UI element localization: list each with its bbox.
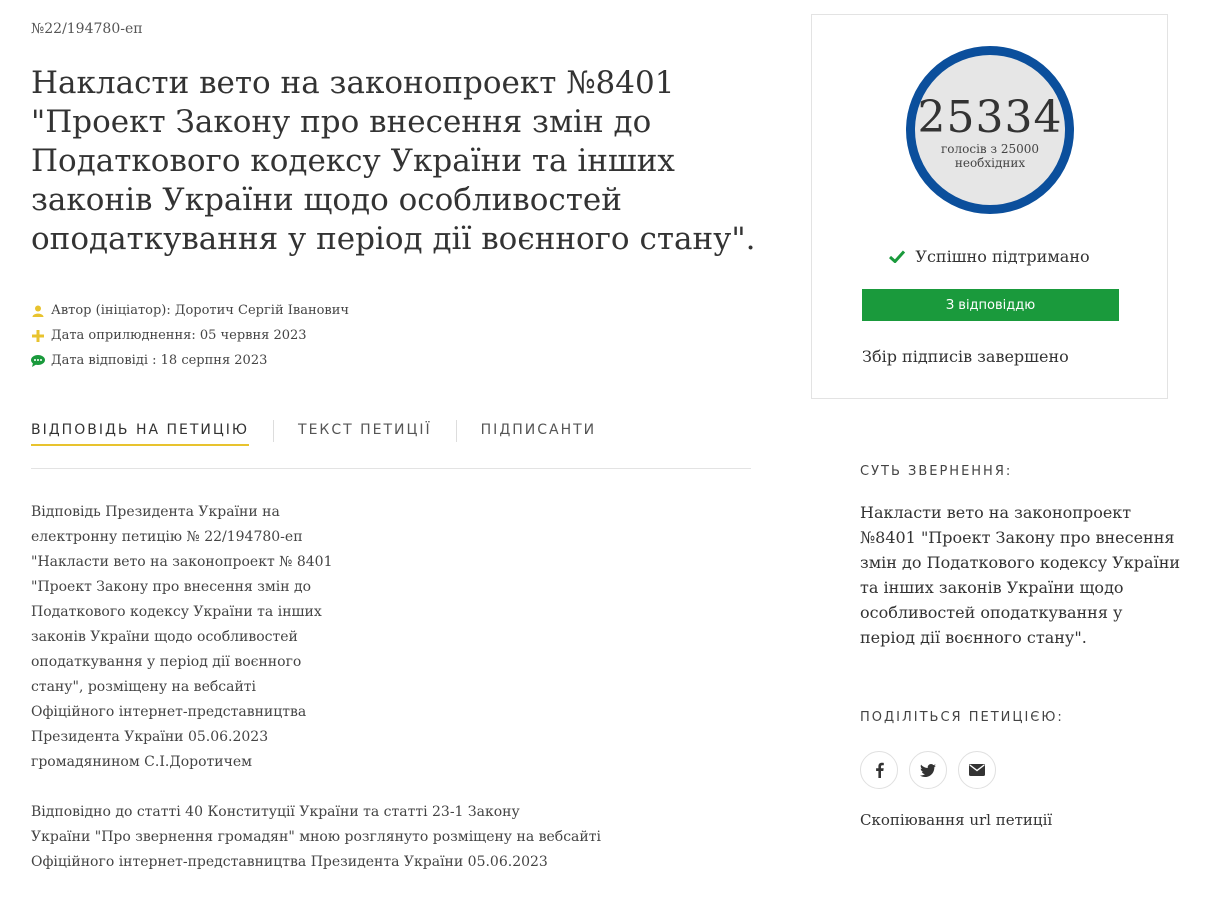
meta-answered-text: Дата відповіді : 18 серпня 2023 bbox=[51, 353, 268, 368]
vote-required-label: необхідних bbox=[954, 156, 1026, 170]
answer-text: Відповідь Президента України на електрон… bbox=[31, 500, 631, 900]
comment-icon bbox=[31, 354, 45, 367]
answer-paragraph: Відповідно до статті 40 Конституції Укра… bbox=[31, 804, 601, 870]
vote-count-label: голосів з 25000 необхідних bbox=[915, 142, 1065, 170]
share-twitter-button[interactable] bbox=[909, 751, 947, 789]
twitter-icon bbox=[920, 763, 936, 777]
tab-divider bbox=[273, 420, 275, 442]
answer-status-button[interactable]: З відповіддю bbox=[862, 289, 1119, 321]
meta-published-text: Дата оприлюднення: 05 червня 2023 bbox=[51, 328, 307, 343]
collection-status: Збір підписів завершено bbox=[862, 347, 1069, 366]
summary-text: Накласти вето на законопроект №8401 "Про… bbox=[860, 503, 1181, 647]
vote-counter-circle: 25334 голосів з 25000 необхідних bbox=[906, 46, 1074, 214]
share-facebook-button[interactable] bbox=[860, 751, 898, 789]
share-buttons bbox=[860, 751, 1007, 789]
user-icon bbox=[31, 305, 45, 317]
check-icon bbox=[889, 250, 906, 263]
share-email-button[interactable] bbox=[958, 751, 996, 789]
copy-url-link[interactable]: Скопіювання url петиції bbox=[860, 811, 1052, 829]
petition-number: №22/194780-еп bbox=[31, 21, 143, 37]
vote-card: 25334 голосів з 25000 необхідних Успішно… bbox=[811, 14, 1168, 399]
tab-divider bbox=[455, 420, 457, 442]
facebook-icon bbox=[875, 762, 884, 778]
tab-signatories[interactable]: ПІДПИСАНТИ bbox=[481, 410, 597, 444]
plus-icon bbox=[31, 329, 45, 342]
share-heading: ПОДІЛІТЬСЯ ПЕТИЦІЄЮ: bbox=[860, 710, 1064, 725]
petition-title: Накласти вето на законопроект №8401 "Про… bbox=[31, 65, 756, 257]
meta-answered: Дата відповіді : 18 серпня 2023 bbox=[31, 348, 349, 373]
answer-paragraph: Відповідь Президента України на електрон… bbox=[31, 504, 333, 770]
vote-count: 25334 bbox=[917, 92, 1063, 143]
tab-answer[interactable]: ВІДПОВІДЬ НА ПЕТИЦІЮ bbox=[31, 410, 250, 446]
meta-author-text: Автор (ініціатор): Доротич Сергій Іванов… bbox=[51, 303, 350, 318]
email-icon bbox=[969, 764, 985, 776]
tab-petition-text[interactable]: ТЕКСТ ПЕТИЦІЇ bbox=[298, 410, 432, 444]
meta-published: Дата оприлюднення: 05 червня 2023 bbox=[31, 323, 349, 348]
petition-tabs: ВІДПОВІДЬ НА ПЕТИЦІЮ ТЕКСТ ПЕТИЦІЇ ПІДПИ… bbox=[31, 410, 751, 469]
status-text: Успішно підтримано bbox=[915, 247, 1090, 266]
status-line: Успішно підтримано bbox=[812, 247, 1167, 266]
vote-goal-label: голосів з 25000 bbox=[940, 142, 1040, 156]
meta-author: Автор (ініціатор): Доротич Сергій Іванов… bbox=[31, 298, 349, 323]
summary-heading: СУТЬ ЗВЕРНЕННЯ: bbox=[860, 464, 1013, 479]
petition-meta: Автор (ініціатор): Доротич Сергій Іванов… bbox=[31, 298, 349, 373]
